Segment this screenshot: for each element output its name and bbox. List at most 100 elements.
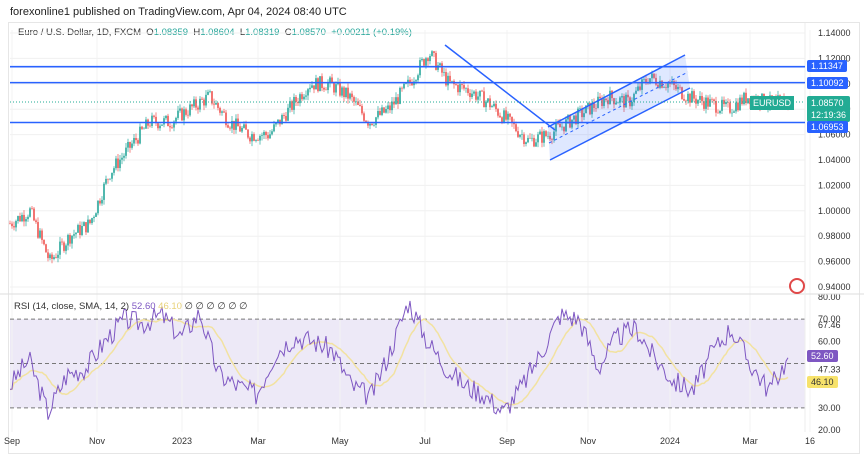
us-flag-icon[interactable] — [789, 278, 805, 294]
rsi-tick: 47.33 — [818, 364, 841, 374]
candle-body — [707, 97, 709, 107]
candle-body — [489, 98, 491, 108]
candle-body — [73, 234, 75, 236]
candle-body — [343, 87, 345, 98]
candle-body — [345, 87, 347, 98]
candle-body — [157, 123, 159, 129]
candle-body — [433, 51, 435, 53]
candle-body — [465, 88, 467, 89]
candle-body — [19, 216, 21, 222]
candle-body — [725, 102, 727, 105]
candle-body — [371, 123, 373, 125]
candle-body — [215, 103, 217, 105]
candle-body — [417, 75, 419, 81]
candle-body — [495, 103, 497, 110]
candle-body — [167, 115, 169, 127]
candle-body — [125, 147, 127, 156]
candle-body — [59, 241, 61, 255]
candle-body — [387, 105, 389, 110]
candle-body — [253, 134, 255, 141]
candle-body — [349, 93, 351, 99]
candle-body — [201, 98, 203, 100]
candle-body — [735, 102, 737, 112]
candle-body — [41, 230, 43, 240]
candle-body — [359, 104, 361, 106]
candle-body — [135, 137, 137, 141]
candle-body — [737, 102, 739, 111]
candle-body — [525, 142, 527, 144]
candle-body — [379, 111, 381, 115]
time-tick: Mar — [250, 436, 266, 446]
candle-body — [249, 137, 251, 142]
candle-body — [483, 91, 485, 108]
candle-body — [455, 84, 457, 86]
candle-body — [243, 124, 245, 128]
candle-body — [427, 58, 429, 62]
candle-body — [39, 230, 41, 238]
candle-body — [55, 257, 57, 258]
candle-body — [267, 135, 269, 139]
candle-body — [221, 111, 223, 113]
candle-body — [527, 137, 529, 143]
candle-body — [515, 124, 517, 132]
price-tick: 1.04000 — [818, 155, 851, 165]
candle-body — [195, 99, 197, 108]
rsi-tick: 20.00 — [818, 425, 841, 435]
candle-body — [717, 112, 719, 114]
candle-body — [319, 76, 321, 92]
candle-body — [317, 78, 319, 92]
candle-body — [689, 93, 691, 103]
candle-body — [441, 63, 443, 73]
price-tick: 0.98000 — [818, 231, 851, 241]
candle-body — [265, 131, 267, 136]
candle-body — [535, 142, 537, 147]
price-chart[interactable]: 1.140001.120001.100001.080001.060001.040… — [0, 0, 864, 456]
candle-body — [711, 99, 713, 100]
candle-body — [305, 95, 307, 97]
candle-body — [713, 99, 715, 101]
candle-body — [415, 80, 417, 82]
candle-body — [235, 118, 237, 130]
candle-body — [161, 124, 163, 126]
candle-body — [183, 109, 185, 121]
candle-body — [475, 91, 477, 100]
candle-body — [149, 125, 151, 127]
candle-body — [105, 178, 107, 184]
candle-body — [505, 110, 507, 120]
candle-body — [75, 232, 77, 235]
candle-body — [131, 143, 133, 148]
candle-body — [545, 131, 547, 137]
candle-body — [197, 107, 199, 110]
candle-body — [509, 113, 511, 117]
candle-body — [283, 115, 285, 116]
candle-body — [389, 105, 391, 111]
candle-body — [491, 106, 493, 108]
candle-body — [209, 91, 211, 92]
price-tick: 0.94000 — [818, 282, 851, 292]
rsi-title: RSI (14, close, SMA, 14, 2) — [14, 301, 130, 312]
candle-body — [21, 214, 23, 222]
rsi-tick: 67.46 — [818, 320, 841, 330]
candle-body — [181, 108, 183, 121]
candle-body — [285, 115, 287, 121]
candle-body — [309, 87, 311, 90]
rsi-legend: RSI (14, close, SMA, 14, 2) 52.60 46.10 … — [14, 301, 247, 312]
level-tag-3: 1.06953 — [807, 121, 848, 133]
candle-body — [117, 158, 119, 168]
candle-body — [241, 127, 243, 132]
candle-body — [743, 92, 745, 105]
candle-body — [133, 137, 135, 144]
time-tick: Sep — [499, 436, 515, 446]
candle-body — [429, 55, 431, 62]
candle-body — [353, 97, 355, 102]
candle-body — [419, 60, 421, 76]
candle-body — [223, 111, 225, 113]
candle-body — [259, 135, 261, 141]
candle-body — [137, 140, 139, 144]
candle-body — [425, 58, 427, 66]
time-tick: Sep — [4, 436, 20, 446]
candle-body — [15, 221, 17, 228]
candle-body — [335, 84, 337, 93]
candle-body — [257, 140, 259, 141]
candle-body — [239, 126, 241, 132]
